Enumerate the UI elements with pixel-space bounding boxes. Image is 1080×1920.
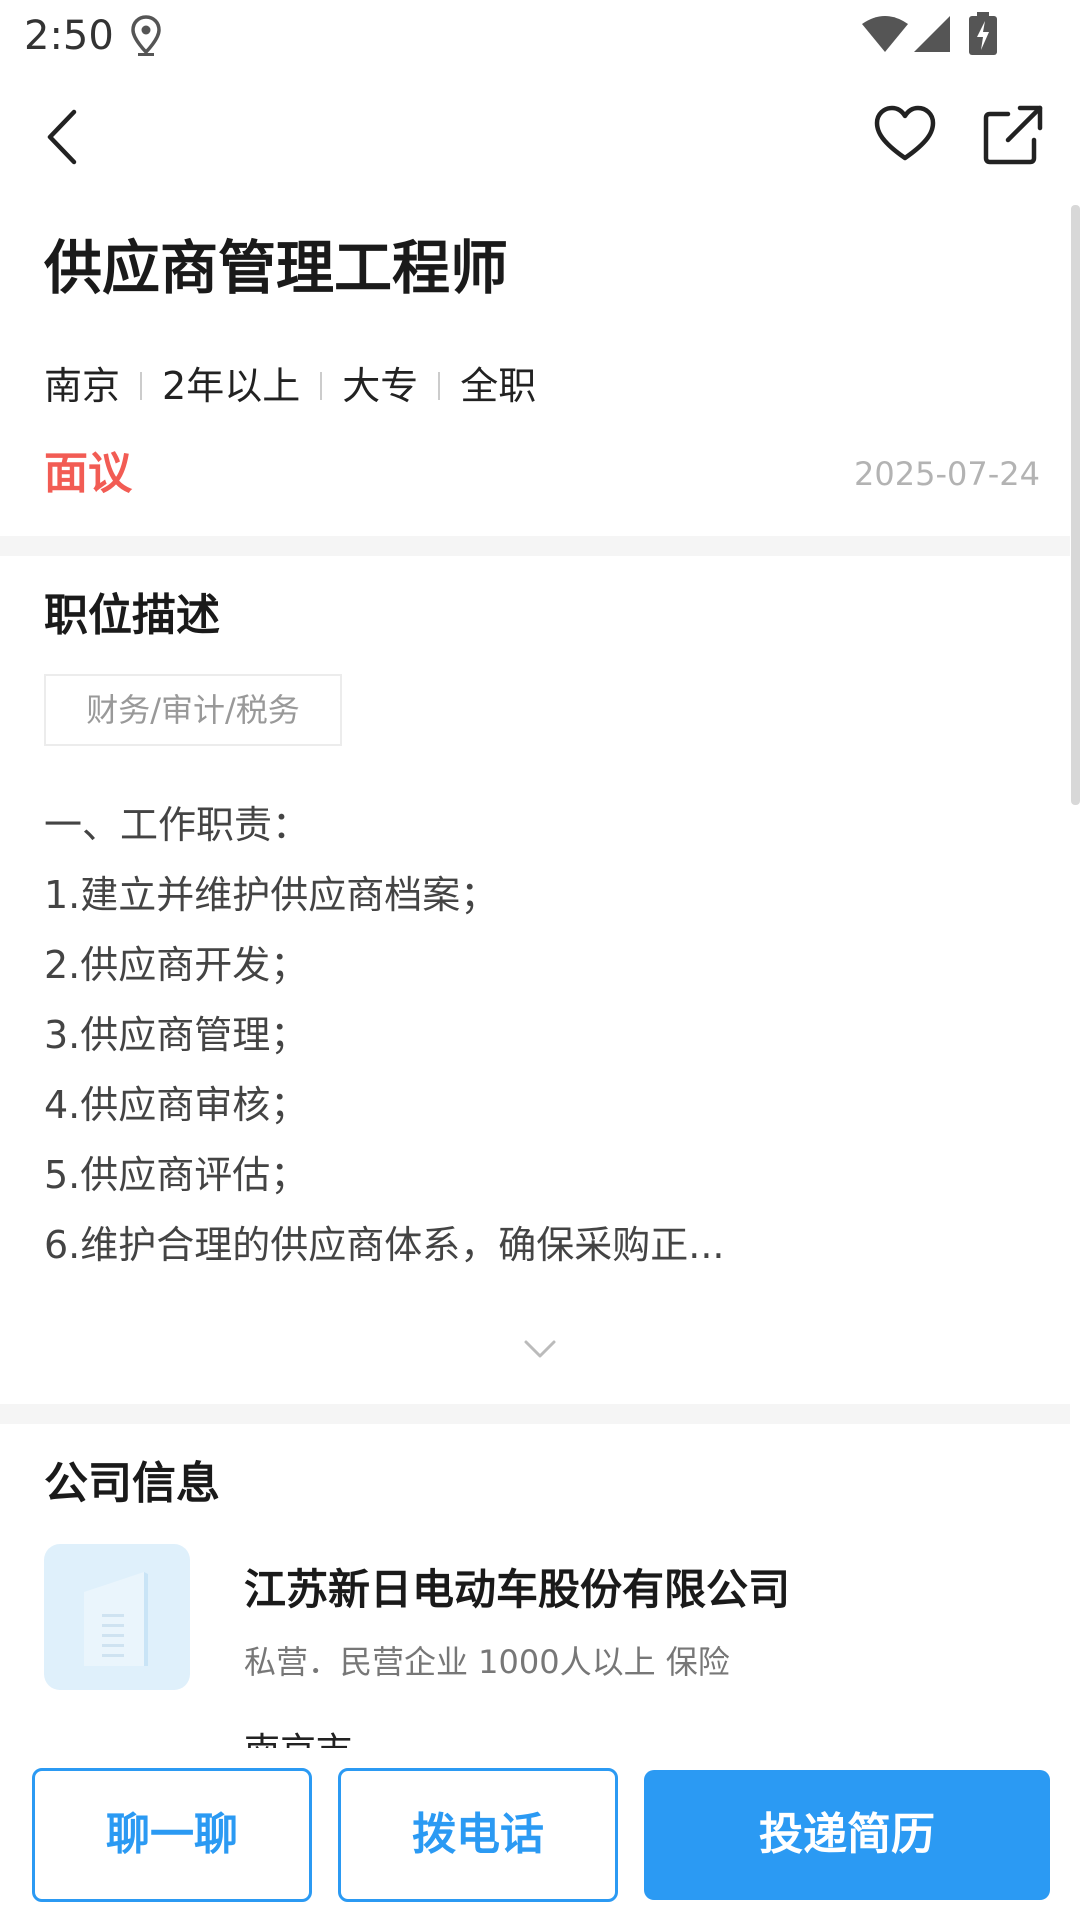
share-icon[interactable] <box>980 102 1046 168</box>
company-logo[interactable] <box>44 1544 190 1690</box>
tag-location: 南京 <box>44 364 121 408</box>
tag-separator <box>320 372 323 400</box>
status-time: 2:50 <box>24 13 114 59</box>
tag-separator <box>438 372 441 400</box>
job-title: 供应商管理工程师 <box>44 234 509 302</box>
post-date: 2025-07-24 <box>854 455 1040 493</box>
section-divider <box>0 1404 1070 1424</box>
battery-charging-icon <box>969 12 997 55</box>
category-tag: 财务/审计/税务 <box>44 674 342 746</box>
tag-job-type: 全职 <box>460 364 537 408</box>
description-line: 一、工作职责： <box>44 803 311 847</box>
apply-button[interactable]: 投递简历 <box>644 1770 1050 1900</box>
description-line: 4.供应商审核； <box>44 1083 309 1127</box>
bottom-action-bar: 聊一聊 拨电话 投递简历 <box>0 1748 1080 1920</box>
wifi-icon <box>862 16 908 52</box>
description-text: 一、工作职责： 1.建立并维护供应商档案； 2.供应商开发； 3.供应商管理； … <box>44 790 1024 1280</box>
job-tags: 南京 2年以上 大专 全职 <box>44 362 536 410</box>
description-line: 5.供应商评估； <box>44 1153 309 1197</box>
heart-icon[interactable] <box>872 102 938 168</box>
status-bar: 2:50 <box>0 0 1080 72</box>
section-divider <box>0 536 1070 556</box>
scrollbar[interactable] <box>1071 205 1080 805</box>
building-icon <box>84 1572 148 1666</box>
tag-experience: 2年以上 <box>162 364 301 408</box>
section-title-company: 公司信息 <box>44 1458 220 1509</box>
description-line: 2.供应商开发； <box>44 943 309 987</box>
call-button[interactable]: 拨电话 <box>338 1768 618 1902</box>
company-name[interactable]: 江苏新日电动车股份有限公司 <box>244 1562 790 1618</box>
section-title-description: 职位描述 <box>44 590 220 641</box>
description-line: 6.维护合理的供应商体系，确保采购正... <box>44 1223 725 1267</box>
description-line: 1.建立并维护供应商档案； <box>44 873 499 917</box>
tag-education: 大专 <box>342 364 419 408</box>
tag-separator <box>140 372 143 400</box>
description-line: 3.供应商管理； <box>44 1013 309 1057</box>
salary: 面议 <box>44 448 132 499</box>
signal-icon <box>914 16 950 52</box>
top-app-bar <box>0 72 1080 202</box>
location-icon <box>131 15 161 56</box>
chat-button[interactable]: 聊一聊 <box>32 1768 312 1902</box>
expand-chevron-icon[interactable] <box>520 1330 560 1370</box>
back-arrow-icon[interactable] <box>30 104 96 170</box>
company-meta: 私营．民营企业 1000人以上 保险 <box>244 1643 730 1681</box>
